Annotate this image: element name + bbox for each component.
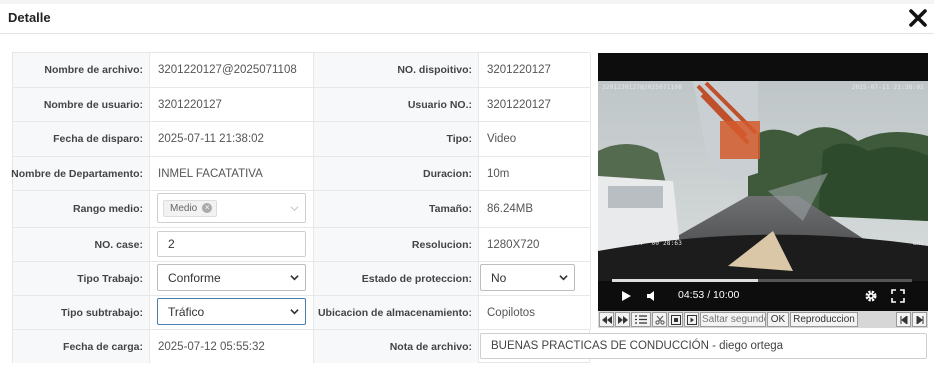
fast-forward-icon	[617, 315, 628, 324]
label-departamento: Nombre de Departamento:	[11, 157, 150, 191]
label-ubicacion: Ubicacion de almacenamiento:	[314, 296, 479, 330]
osd-top-left: 3201220127@2025071108	[602, 84, 683, 91]
osd-bottom-left: N4 KM/H 4.7° 00 28:63	[602, 240, 683, 247]
value-fecha-disparo: 2025-07-11 21:38:02	[150, 122, 314, 157]
rewind-button[interactable]	[599, 312, 614, 327]
scissors-icon	[654, 315, 665, 325]
label-estado-proteccion: Estado de proteccion:	[314, 262, 479, 296]
frame-button[interactable]	[684, 312, 699, 327]
chevron-down-icon	[290, 309, 299, 315]
fast-forward-button[interactable]	[615, 312, 630, 327]
playback-button[interactable]: Reproduccion	[790, 312, 858, 327]
tipo-trabajo-value: Conforme	[168, 270, 221, 285]
rango-medio-tag-label: Medio	[170, 202, 198, 214]
skip-start-icon	[900, 315, 907, 324]
value-fecha-carga: 2025-07-12 05:55:32	[150, 330, 314, 363]
label-nota-archivo: Nota de archivo:	[314, 330, 479, 363]
rango-medio-select[interactable]: Medio ×	[157, 193, 306, 223]
value-resolucion: 1280X720	[479, 228, 591, 262]
last-frame-button[interactable]	[912, 312, 927, 327]
fullscreen-icon[interactable]	[891, 289, 905, 303]
tipo-subtrabajo-value: Tráfico	[168, 304, 205, 319]
seek-seconds-input[interactable]	[701, 313, 765, 326]
dialog-header: Detalle	[0, 4, 934, 34]
tipo-trabajo-select[interactable]: Conforme	[157, 264, 306, 291]
video-progress-fill	[612, 279, 759, 282]
seek-seconds-field[interactable]	[700, 312, 766, 327]
value-usuario-no: 3201220127	[479, 88, 591, 122]
snapshot-icon	[670, 314, 681, 325]
snapshot-button[interactable]	[668, 312, 683, 327]
label-resolucion: Resolucion:	[314, 228, 479, 262]
label-tipo-subtrabajo: Tipo subtrabajo:	[13, 296, 150, 330]
skip-end-icon	[916, 315, 923, 324]
list-icon	[635, 315, 647, 324]
dialog-title: Detalle	[8, 10, 51, 25]
label-usuario-no: Usuario NO.:	[314, 88, 479, 122]
chevron-down-icon	[290, 275, 299, 281]
gear-icon[interactable]	[864, 289, 878, 303]
rewind-icon	[601, 315, 612, 324]
play-icon[interactable]	[620, 290, 632, 302]
clip-button[interactable]	[652, 312, 667, 327]
estado-proteccion-select[interactable]: No	[480, 264, 575, 291]
first-frame-button[interactable]	[896, 312, 911, 327]
video-frame	[598, 81, 928, 281]
video-progress-bar[interactable]	[612, 279, 912, 282]
label-nombre-usuario: Nombre de usuario:	[13, 88, 150, 122]
osd-top-right: 2025-07-11 21:38:02	[851, 84, 924, 91]
video-toolbar: OK Reproduccion	[598, 311, 928, 328]
value-departamento: INMEL FACATATIVA	[150, 157, 314, 191]
rango-medio-tag: Medio ×	[163, 199, 218, 217]
label-tipo: Tipo:	[314, 122, 479, 157]
osd-bottom-right: CH1	[912, 240, 924, 247]
close-icon[interactable]	[906, 6, 930, 30]
tag-remove-icon[interactable]: ×	[202, 203, 213, 213]
chevron-down-icon	[559, 275, 568, 281]
estado-proteccion-value: No	[491, 270, 507, 285]
label-fecha-disparo: Fecha de disparo:	[13, 122, 150, 157]
label-no-dispositivo: NO. dispoitivo:	[314, 53, 479, 88]
chevron-down-icon	[290, 206, 299, 211]
label-duracion: Duracion:	[314, 157, 479, 191]
value-duracion: 10m	[479, 157, 591, 191]
value-tamano: 86.24MB	[479, 191, 591, 228]
label-no-case: NO. case:	[13, 228, 150, 262]
label-tamano: Tamaño:	[314, 191, 479, 228]
label-rango-medio: Rango medio:	[13, 191, 150, 228]
label-fecha-carga: Fecha de carga:	[13, 330, 150, 363]
nota-archivo-input[interactable]: BUENAS PRACTICAS DE CONDUCCIÓN - diego o…	[480, 333, 927, 359]
no-case-input[interactable]: 2	[157, 231, 306, 257]
tipo-subtrabajo-select[interactable]: Tráfico	[157, 298, 306, 325]
value-no-dispositivo: 3201220127	[479, 53, 591, 88]
value-ubicacion: Copilotos	[479, 296, 591, 330]
label-tipo-trabajo: Tipo Trabajo:	[13, 262, 150, 296]
value-nombre-usuario: 3201220127	[150, 88, 314, 122]
list-button[interactable]	[631, 312, 651, 327]
video-player[interactable]: 3201220127@2025071108 2025-07-11 21:38:0…	[598, 53, 928, 311]
video-controls: 04:53 / 10:00	[598, 275, 928, 311]
frame-step-icon	[686, 314, 697, 325]
value-nombre-archivo: 3201220127@2025071108	[150, 53, 314, 88]
label-nombre-archivo: Nombre de archivo:	[13, 53, 150, 88]
video-time: 04:53 / 10:00	[678, 289, 740, 301]
ok-button[interactable]: OK	[767, 312, 789, 327]
value-tipo: Video	[479, 122, 591, 157]
volume-icon[interactable]	[646, 290, 659, 302]
